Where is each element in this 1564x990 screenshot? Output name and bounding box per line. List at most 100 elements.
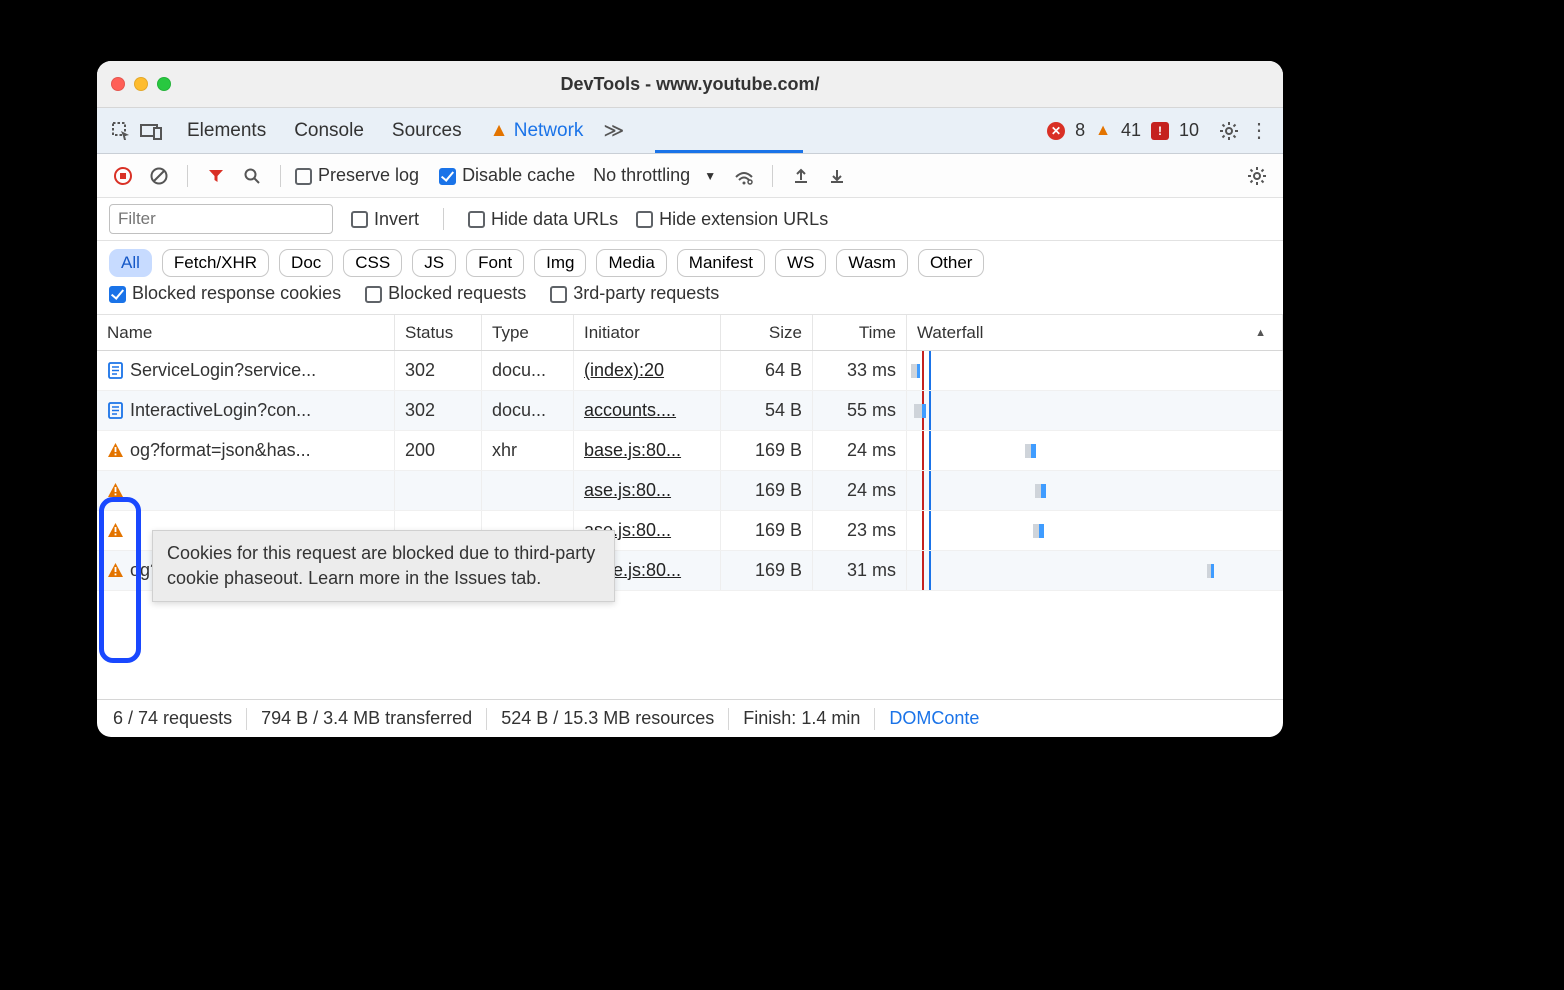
chip-doc[interactable]: Doc (279, 249, 333, 277)
error-counters[interactable]: ✕ 8 ▲ 41 ! 10 (1047, 120, 1199, 141)
warning-count: 41 (1121, 120, 1141, 141)
issues-count: 10 (1179, 120, 1199, 141)
table-row[interactable]: ase.js:80...169 B24 ms (97, 471, 1283, 511)
settings-gear-icon[interactable] (1215, 117, 1243, 145)
warning-icon (107, 442, 124, 459)
cell-type: docu... (482, 351, 574, 390)
cell-size: 169 B (721, 471, 813, 510)
cell-time: 33 ms (813, 351, 907, 390)
more-menu-icon[interactable]: ⋮ (1245, 117, 1273, 145)
col-type[interactable]: Type (482, 315, 574, 350)
more-tabs-icon[interactable]: ≫ (603, 118, 624, 143)
cell-size: 54 B (721, 391, 813, 430)
chip-font[interactable]: Font (466, 249, 524, 277)
error-count-icon: ✕ (1047, 122, 1065, 140)
status-resources: 524 B / 15.3 MB resources (501, 708, 714, 729)
cell-waterfall (907, 391, 1283, 430)
col-name[interactable]: Name (97, 315, 395, 350)
table-row[interactable]: og?format=json&has...200xhrbase.js:80...… (97, 431, 1283, 471)
cell-status: 302 (395, 351, 482, 390)
blocked-cookies-checkbox[interactable]: Blocked response cookies (109, 283, 341, 304)
tab-sources[interactable]: Sources (392, 112, 462, 150)
window-title: DevTools - www.youtube.com/ (97, 74, 1283, 95)
cell-status: 302 (395, 391, 482, 430)
cell-initiator[interactable]: ase.js:80... (574, 471, 721, 510)
chip-manifest[interactable]: Manifest (677, 249, 765, 277)
blocked-cookies-tooltip: Cookies for this request are blocked due… (152, 530, 615, 602)
extra-filters-row: Blocked response cookies Blocked request… (97, 281, 1283, 315)
cell-size: 64 B (721, 351, 813, 390)
table-row[interactable]: InteractiveLogin?con... 302docu...account… (97, 391, 1283, 431)
warning-icon (107, 482, 124, 499)
warning-icon (107, 562, 124, 579)
tab-elements[interactable]: Elements (187, 112, 266, 150)
cell-waterfall (907, 431, 1283, 470)
network-toolbar: Preserve log Disable cache No throttling… (97, 154, 1283, 198)
inspect-element-icon[interactable] (107, 117, 135, 145)
cell-type: xhr (482, 431, 574, 470)
chip-other[interactable]: Other (918, 249, 985, 277)
chip-img[interactable]: Img (534, 249, 586, 277)
panel-tabs-bar: Elements Console Sources ▲ Network ≫ ✕ 8… (97, 108, 1283, 154)
chip-js[interactable]: JS (412, 249, 456, 277)
cell-type (482, 471, 574, 510)
chip-fetch-xhr[interactable]: Fetch/XHR (162, 249, 269, 277)
status-finish: Finish: 1.4 min (743, 708, 860, 729)
filter-icon[interactable] (202, 162, 230, 190)
clear-button-icon[interactable] (145, 162, 173, 190)
invert-checkbox[interactable]: Invert (351, 209, 419, 230)
titlebar: DevTools - www.youtube.com/ (97, 61, 1283, 108)
hide-data-urls-checkbox[interactable]: Hide data URLs (468, 209, 618, 230)
status-bar: 6 / 74 requests 794 B / 3.4 MB transferr… (97, 699, 1283, 737)
error-count: 8 (1075, 120, 1085, 141)
filter-input[interactable] (109, 204, 333, 234)
cell-initiator[interactable]: base.js:80... (574, 431, 721, 470)
third-party-checkbox[interactable]: 3rd-party requests (550, 283, 719, 304)
cell-size: 169 B (721, 551, 813, 590)
tab-console[interactable]: Console (294, 112, 364, 150)
disable-cache-checkbox[interactable]: Disable cache (439, 165, 575, 186)
cell-size: 169 B (721, 431, 813, 470)
table-header: Name Status Type Initiator Size Time Wat… (97, 315, 1283, 351)
issues-count-icon: ! (1151, 122, 1169, 140)
request-name: og?format=json&has... (130, 440, 311, 461)
chevron-down-icon: ▼ (704, 169, 716, 183)
col-waterfall[interactable]: Waterfall▲ (907, 315, 1283, 350)
device-toolbar-icon[interactable] (137, 117, 165, 145)
chip-media[interactable]: Media (596, 249, 666, 277)
blocked-requests-checkbox[interactable]: Blocked requests (365, 283, 526, 304)
col-status[interactable]: Status (395, 315, 482, 350)
download-har-icon[interactable] (823, 162, 851, 190)
chip-all[interactable]: All (109, 249, 152, 277)
request-name: ServiceLogin?service... (130, 360, 316, 381)
col-time[interactable]: Time (813, 315, 907, 350)
warning-icon: ▲ (490, 120, 509, 141)
cell-initiator[interactable]: accounts.... (574, 391, 721, 430)
cell-initiator[interactable]: (index):20 (574, 351, 721, 390)
warning-icon (107, 522, 124, 539)
cell-waterfall (907, 351, 1283, 390)
status-transferred: 794 B / 3.4 MB transferred (261, 708, 472, 729)
cell-type: docu... (482, 391, 574, 430)
tab-network[interactable]: ▲ Network (490, 112, 584, 150)
network-conditions-icon[interactable] (730, 162, 758, 190)
upload-har-icon[interactable] (787, 162, 815, 190)
chip-wasm[interactable]: Wasm (836, 249, 908, 277)
type-chips: All Fetch/XHR Doc CSS JS Font Img Media … (97, 241, 1283, 281)
status-requests: 6 / 74 requests (113, 708, 232, 729)
record-button-icon[interactable] (109, 162, 137, 190)
chip-css[interactable]: CSS (343, 249, 402, 277)
col-initiator[interactable]: Initiator (574, 315, 721, 350)
cell-time: 24 ms (813, 471, 907, 510)
throttling-select[interactable]: No throttling ▼ (593, 165, 716, 186)
preserve-log-checkbox[interactable]: Preserve log (295, 165, 419, 186)
hide-extension-urls-checkbox[interactable]: Hide extension URLs (636, 209, 828, 230)
warning-count-icon: ▲ (1095, 122, 1111, 140)
request-name: InteractiveLogin?con... (130, 400, 311, 421)
table-row[interactable]: ServiceLogin?service... 302docu...(index)… (97, 351, 1283, 391)
col-size[interactable]: Size (721, 315, 813, 350)
chip-ws[interactable]: WS (775, 249, 826, 277)
network-settings-gear-icon[interactable] (1243, 162, 1271, 190)
search-icon[interactable] (238, 162, 266, 190)
panel-tabs: Elements Console Sources ▲ Network (187, 112, 583, 150)
